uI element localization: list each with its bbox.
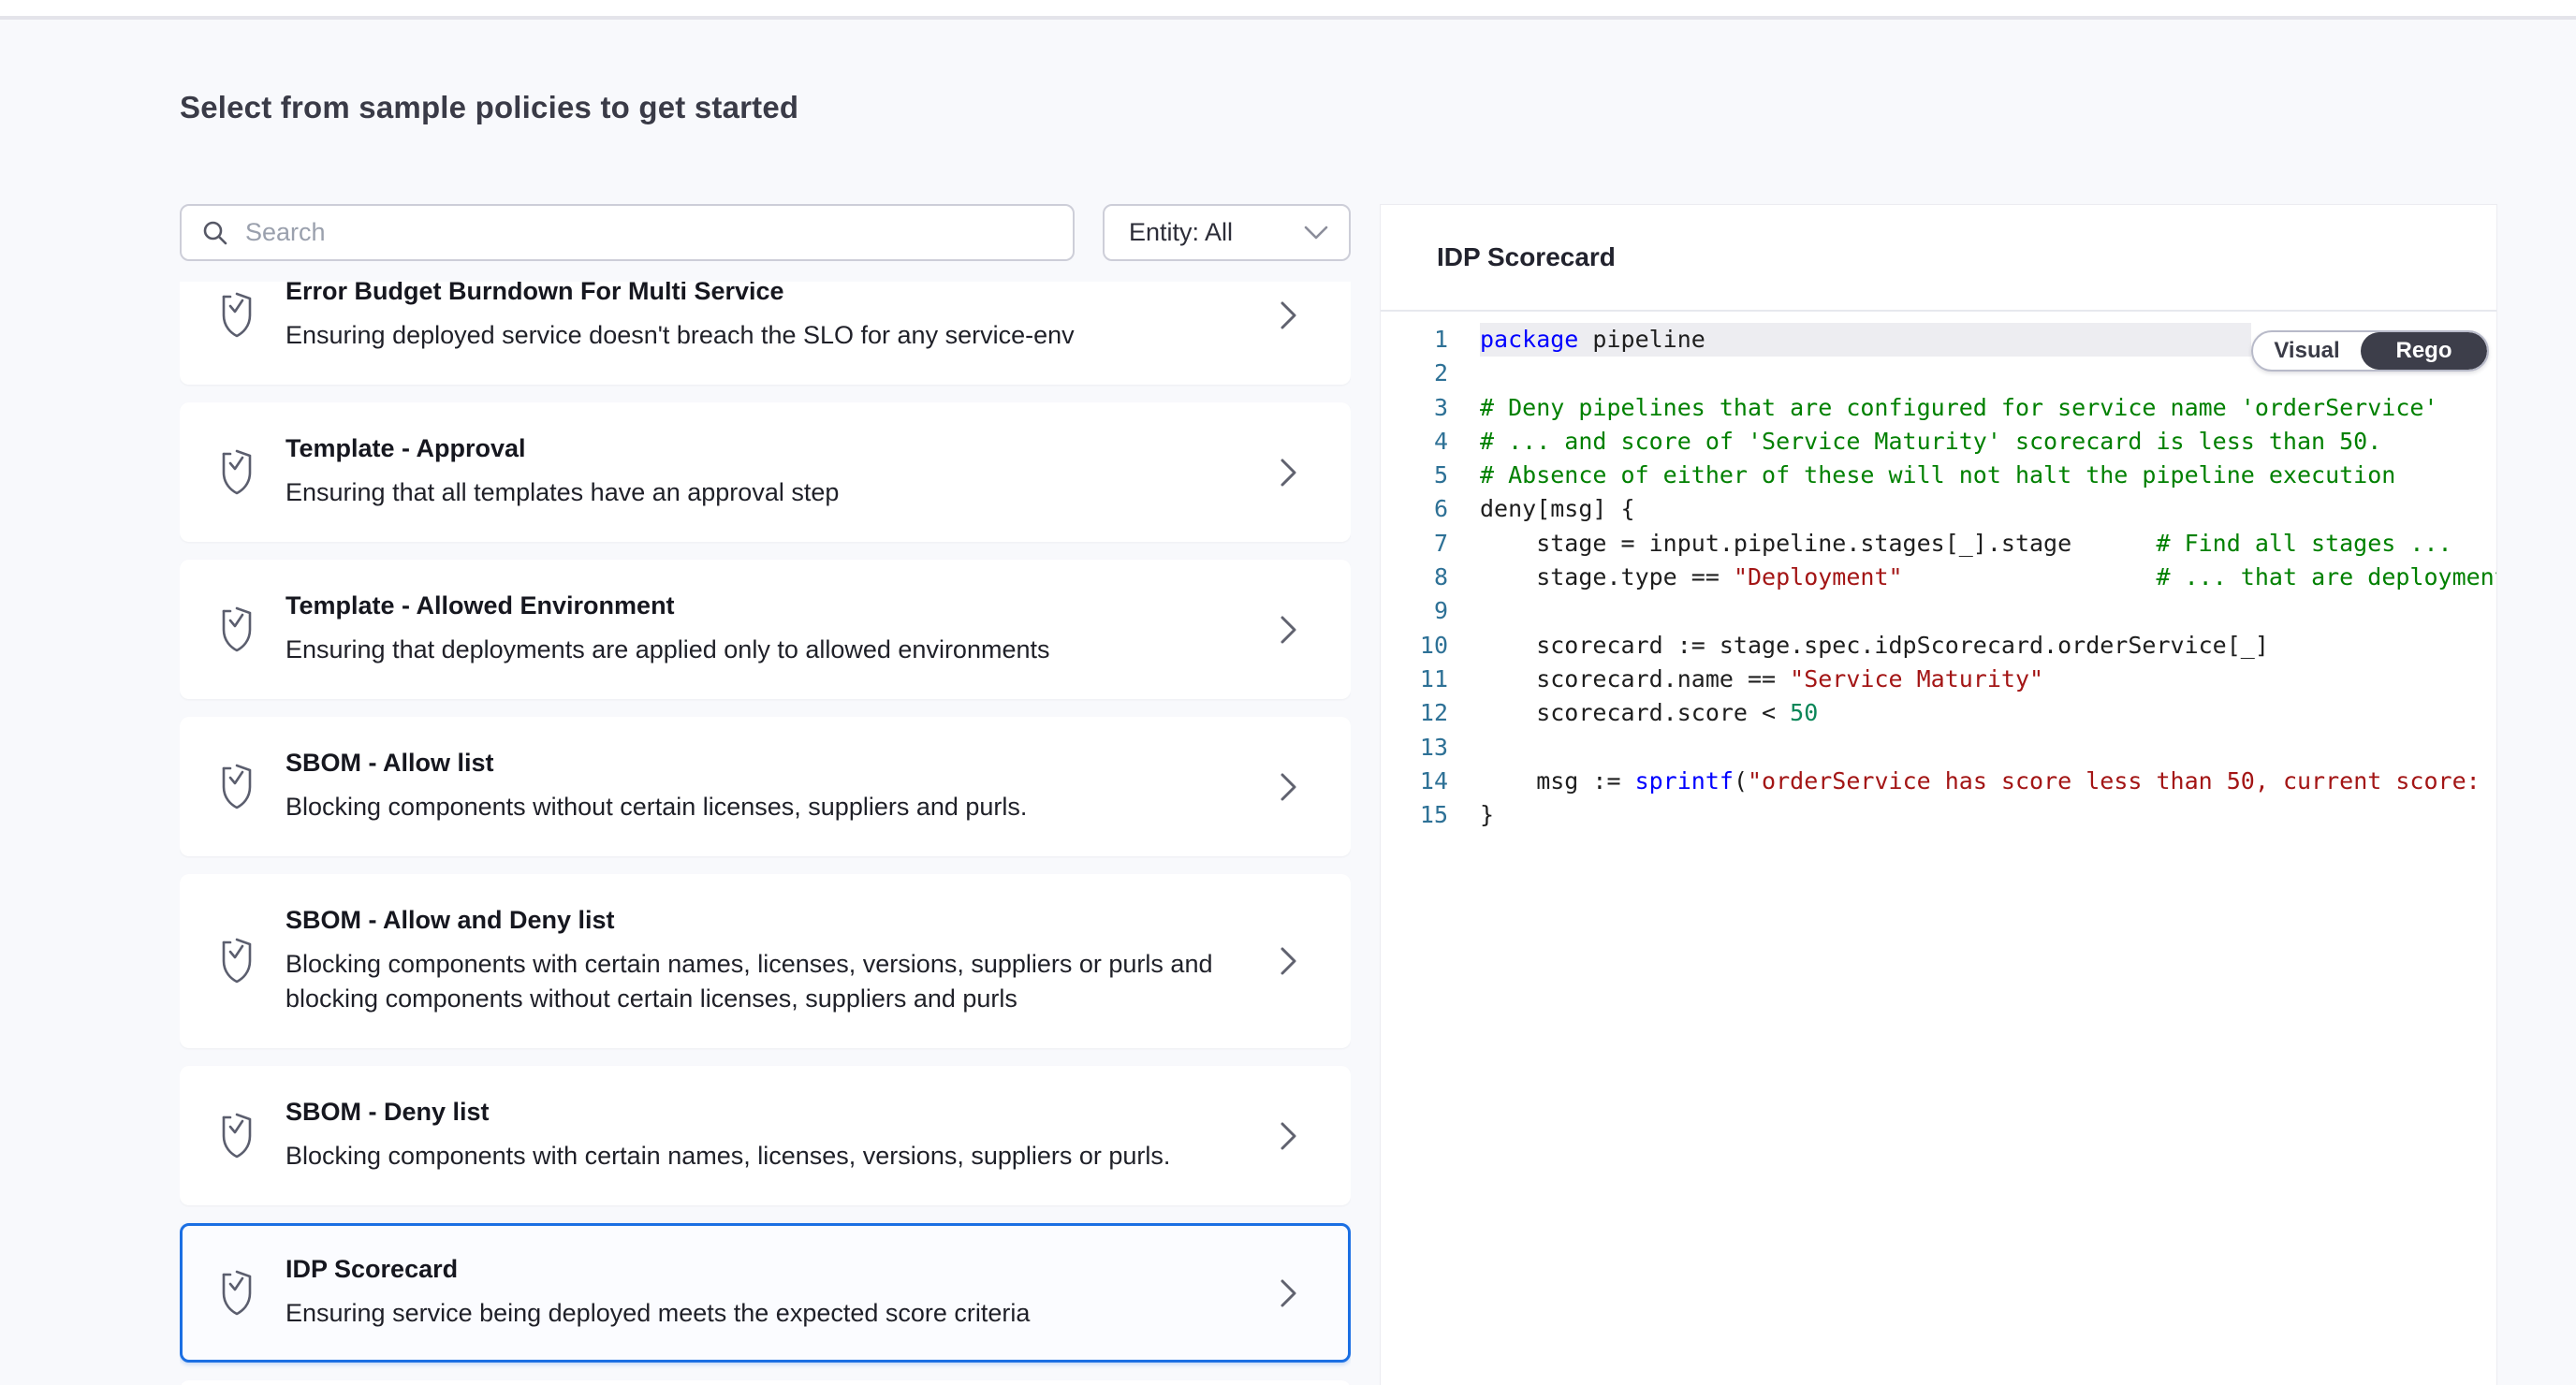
policy-title: SBOM - Allow and Deny list bbox=[285, 906, 1243, 934]
preview-panel: IDP Scorecard Visual Rego 1package pipel… bbox=[1380, 204, 2497, 1385]
shield-check-icon bbox=[214, 291, 259, 340]
shield-check-icon bbox=[214, 448, 259, 497]
code-line: 10 scorecard := stage.spec.idpScorecard.… bbox=[1381, 629, 2496, 663]
shield-check-icon bbox=[214, 1269, 259, 1318]
line-number: 6 bbox=[1381, 492, 1448, 526]
code-line: 7 stage = input.pipeline.stages[_].stage… bbox=[1381, 527, 2496, 561]
code-line: 13 bbox=[1381, 731, 2496, 765]
policy-title: SBOM - Allow list bbox=[285, 749, 1243, 777]
policy-title: SBOM - Deny list bbox=[285, 1098, 1243, 1126]
shield-check-icon bbox=[214, 1112, 259, 1160]
toggle-rego[interactable]: Rego bbox=[2361, 332, 2487, 370]
search-input[interactable] bbox=[245, 218, 1054, 247]
toggle-visual[interactable]: Visual bbox=[2253, 332, 2361, 370]
policy-description: Ensuring deployed service doesn't breach… bbox=[285, 318, 1243, 353]
line-content: msg := sprintf("orderService has score l… bbox=[1480, 765, 2496, 798]
topbar bbox=[0, 0, 2576, 20]
code-line: 3 # Deny pipelines that are configured fo… bbox=[1381, 391, 2496, 425]
policy-title: Error Budget Burndown For Multi Service bbox=[285, 282, 1243, 305]
policy-card[interactable]: Template - Allowed Environment Ensuring … bbox=[180, 560, 1351, 699]
line-number: 3 bbox=[1381, 391, 1448, 425]
policy-card[interactable]: SBOM - Allow and Deny list Blocking comp… bbox=[180, 874, 1351, 1048]
line-content: scorecard.score < 50 bbox=[1480, 696, 2496, 730]
line-number: 4 bbox=[1381, 425, 1448, 459]
policy-card[interactable]: Template - Approval Ensuring that all te… bbox=[180, 402, 1351, 542]
line-content: # Absence of either of these will not ha… bbox=[1480, 459, 2496, 492]
policy-description: Blocking components without certain lice… bbox=[285, 790, 1243, 824]
view-toggle: Visual Rego bbox=[2251, 330, 2489, 372]
code-line: 9 bbox=[1381, 594, 2496, 628]
policy-card[interactable]: SBOM - Allow list Blocking components wi… bbox=[180, 717, 1351, 856]
code-line: 12 scorecard.score < 50 bbox=[1381, 696, 2496, 730]
chevron-right-icon bbox=[1281, 946, 1297, 976]
policy-description: Blocking components with certain names, … bbox=[285, 1139, 1243, 1174]
line-number: 12 bbox=[1381, 696, 1448, 730]
line-number: 8 bbox=[1381, 561, 1448, 594]
search-icon bbox=[200, 218, 230, 248]
line-content: # ... and score of 'Service Maturity' sc… bbox=[1480, 425, 2496, 459]
entity-filter-label: Entity: All bbox=[1129, 218, 1233, 247]
policy-card[interactable]: SBOM - Deny list Blocking components wit… bbox=[180, 1066, 1351, 1205]
line-content: scorecard.name == "Service Maturity" bbox=[1480, 663, 2496, 696]
line-number: 11 bbox=[1381, 663, 1448, 696]
line-content: } bbox=[1480, 798, 2496, 832]
entity-filter-dropdown[interactable]: Entity: All bbox=[1103, 204, 1351, 261]
chevron-right-icon bbox=[1281, 772, 1297, 802]
code-editor[interactable]: 1package pipeline23# Deny pipelines that… bbox=[1381, 312, 2496, 832]
chevron-right-icon bbox=[1281, 615, 1297, 645]
page-title: Select from sample policies to get start… bbox=[180, 90, 798, 125]
code-line: 5 # Absence of either of these will not h… bbox=[1381, 459, 2496, 492]
line-content: # Deny pipelines that are configured for… bbox=[1480, 391, 2496, 425]
chevron-down-icon bbox=[1304, 226, 1328, 241]
chevron-right-icon bbox=[1281, 458, 1297, 488]
policy-card[interactable]: IDP Scorecard Ensuring service being dep… bbox=[180, 1223, 1351, 1363]
code-line: 4 # ... and score of 'Service Maturity' s… bbox=[1381, 425, 2496, 459]
line-number: 7 bbox=[1381, 527, 1448, 561]
policy-title: Template - Approval bbox=[285, 434, 1243, 462]
line-content bbox=[1480, 731, 2496, 765]
policy-title: IDP Scorecard bbox=[285, 1255, 1243, 1283]
line-number: 10 bbox=[1381, 629, 1448, 663]
shield-check-icon bbox=[214, 605, 259, 654]
line-number: 14 bbox=[1381, 765, 1448, 798]
search-box[interactable] bbox=[180, 204, 1075, 261]
policy-card-peek[interactable] bbox=[180, 1380, 1351, 1385]
line-content: deny[msg] { bbox=[1480, 492, 2496, 526]
policy-description: Ensuring that all templates have an appr… bbox=[285, 475, 1243, 510]
line-content: stage = input.pipeline.stages[_].stage #… bbox=[1480, 527, 2496, 561]
preview-header: IDP Scorecard bbox=[1381, 205, 2496, 312]
shield-check-icon bbox=[214, 937, 259, 985]
policy-title: Template - Allowed Environment bbox=[285, 591, 1243, 620]
line-number: 5 bbox=[1381, 459, 1448, 492]
chevron-right-icon bbox=[1281, 1121, 1297, 1151]
chevron-right-icon bbox=[1281, 300, 1297, 330]
code-line: 11 scorecard.name == "Service Maturity" bbox=[1381, 663, 2496, 696]
shield-check-icon bbox=[214, 763, 259, 811]
line-number: 15 bbox=[1381, 798, 1448, 832]
code-line: 8 stage.type == "Deployment" # ... that … bbox=[1381, 561, 2496, 594]
policy-list: Error Budget Burndown For Multi Service … bbox=[180, 282, 1351, 1385]
policy-card[interactable]: Error Budget Burndown For Multi Service … bbox=[180, 282, 1351, 385]
policy-description: Ensuring that deployments are applied on… bbox=[285, 633, 1243, 667]
policy-description: Ensuring service being deployed meets th… bbox=[285, 1296, 1243, 1331]
line-number: 2 bbox=[1381, 357, 1448, 390]
line-number: 9 bbox=[1381, 594, 1448, 628]
policy-description: Blocking components with certain names, … bbox=[285, 947, 1243, 1016]
line-content bbox=[1480, 594, 2496, 628]
code-line: 6 deny[msg] { bbox=[1381, 492, 2496, 526]
line-number: 13 bbox=[1381, 731, 1448, 765]
preview-title: IDP Scorecard bbox=[1437, 242, 1616, 272]
line-content: stage.type == "Deployment" # ... that ar… bbox=[1480, 561, 2496, 594]
code-line: 15} bbox=[1381, 798, 2496, 832]
chevron-right-icon bbox=[1281, 1278, 1297, 1308]
line-content: scorecard := stage.spec.idpScorecard.ord… bbox=[1480, 629, 2496, 663]
code-line: 14 msg := sprintf("orderService has scor… bbox=[1381, 765, 2496, 798]
line-number: 1 bbox=[1381, 323, 1448, 357]
